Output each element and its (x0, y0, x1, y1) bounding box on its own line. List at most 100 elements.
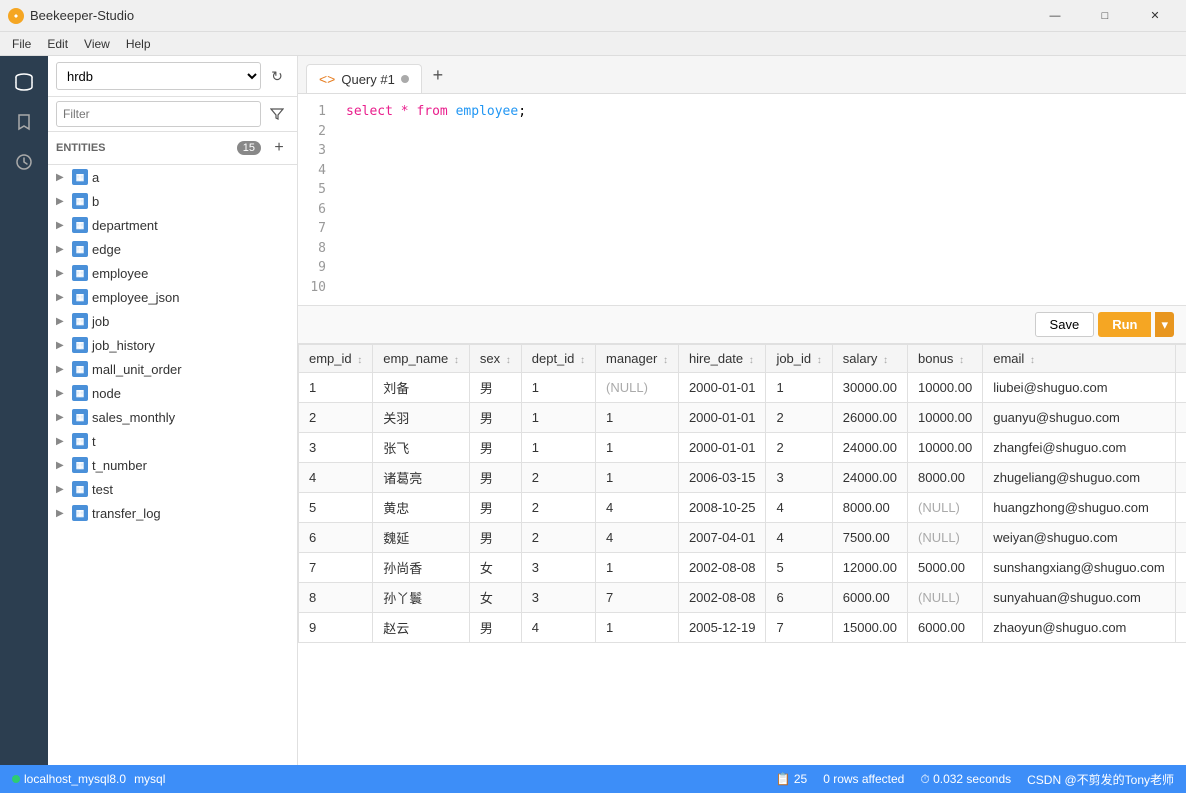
bookmarks-icon-btn[interactable] (6, 104, 42, 140)
run-dropdown-button[interactable]: ▾ (1155, 312, 1174, 337)
table-icon: ▦ (72, 361, 88, 377)
table-row[interactable]: 6魏延男242007-04-0147500.00(NULL)weiyan@shu… (299, 523, 1186, 553)
table-row[interactable]: 8孙丫鬟女372002-08-0866000.00(NULL)sunyahuan… (299, 583, 1186, 613)
table-row[interactable]: 2关羽男112000-01-01226000.0010000.00guanyu@… (299, 403, 1186, 433)
col-emp_name[interactable]: emp_name ↕ (373, 345, 470, 373)
maximize-button[interactable]: □ (1082, 0, 1128, 32)
table-cell: 男 (469, 403, 521, 433)
entities-add-button[interactable]: + (269, 138, 289, 158)
filter-input[interactable] (56, 101, 261, 127)
list-item[interactable]: ▶ ▦ a (48, 165, 297, 189)
table-cell: 10000.00 (907, 403, 982, 433)
table-cell: 男 (469, 523, 521, 553)
menu-file[interactable]: File (4, 35, 39, 53)
list-item[interactable]: ▶ ▦ mall_unit_order (48, 357, 297, 381)
chevron-right-icon: ▶ (56, 388, 68, 399)
table-cell: 5000.00 (907, 553, 982, 583)
table-row[interactable]: 5黄忠男242008-10-2548000.00(NULL)huangzhong… (299, 493, 1186, 523)
table-cell: 男 (469, 613, 521, 643)
list-item[interactable]: ▶ ▦ t_number (48, 453, 297, 477)
table-cell: 1 (596, 463, 679, 493)
tab-add-button[interactable]: + (424, 61, 452, 89)
list-item[interactable]: ▶ ▦ sales_monthly (48, 405, 297, 429)
menu-help[interactable]: Help (118, 35, 159, 53)
list-item[interactable]: ▶ ▦ job (48, 309, 297, 333)
list-item[interactable]: ▶ ▦ job_history (48, 333, 297, 357)
table-cell: 12000.00 (832, 553, 907, 583)
chevron-right-icon: ▶ (56, 268, 68, 279)
col-salary[interactable]: salary ↕ (832, 345, 907, 373)
list-item[interactable]: ▶ ▦ t (48, 429, 297, 453)
list-item[interactable]: ▶ ▦ employee (48, 261, 297, 285)
list-item[interactable]: ▶ ▦ test (48, 477, 297, 501)
watermark: CSDN @不剪发的Tony老师 (1027, 771, 1174, 788)
list-item[interactable]: ▶ ▦ department (48, 213, 297, 237)
entity-name-label: b (92, 194, 99, 209)
table-cell: 关羽 (373, 403, 470, 433)
connection-status[interactable]: localhost_mysql8.0 (12, 772, 126, 786)
chevron-right-icon: ▶ (56, 244, 68, 255)
entity-name-label: t_number (92, 458, 147, 473)
history-icon-btn[interactable] (6, 144, 42, 180)
table-row[interactable]: 4诸葛亮男212006-03-15324000.008000.00zhugeli… (299, 463, 1186, 493)
results-table: emp_id ↕ emp_name ↕ sex ↕ dept_id ↕ mana… (298, 344, 1186, 643)
db-refresh-button[interactable]: ↻ (265, 64, 289, 88)
table-cell: 1 (596, 613, 679, 643)
table-icon: ▦ (72, 241, 88, 257)
filter-icon[interactable] (265, 102, 289, 126)
results-area[interactable]: emp_id ↕ emp_name ↕ sex ↕ dept_id ↕ mana… (298, 344, 1186, 765)
col-sex[interactable]: sex ↕ (469, 345, 521, 373)
entity-name-label: employee (92, 266, 148, 281)
chevron-right-icon: ▶ (56, 508, 68, 519)
editor-area: 12345 678910 select * from employee; (298, 94, 1186, 306)
table-cell: 2 (766, 433, 832, 463)
list-item[interactable]: ▶ ▦ b (48, 189, 297, 213)
run-button[interactable]: Run (1098, 312, 1151, 337)
table-cell: (NULL) (907, 583, 982, 613)
table-cell: 魏延 (373, 523, 470, 553)
col-manager[interactable]: manager ↕ (596, 345, 679, 373)
menu-edit[interactable]: Edit (39, 35, 76, 53)
table-cell: (NULL) (596, 373, 679, 403)
table-row[interactable]: 9赵云男412005-12-19715000.006000.00zhaoyun@… (299, 613, 1186, 643)
code-editor[interactable]: select * from employee; (338, 102, 1186, 297)
table-cell: 1 (766, 373, 832, 403)
table-cell: huangzhong@shuguo.com (983, 493, 1175, 523)
table-cell: 7 (299, 553, 373, 583)
list-item[interactable]: ▶ ▦ transfer_log (48, 501, 297, 525)
save-button[interactable]: Save (1035, 312, 1095, 337)
table-cell: 2008-10-25 (678, 493, 766, 523)
list-item[interactable]: ▶ ▦ employee_json (48, 285, 297, 309)
tab-query1[interactable]: <> Query #1 (306, 64, 422, 93)
table-cell: 8 (299, 583, 373, 613)
col-dept_id[interactable]: dept_id ↕ (521, 345, 595, 373)
col-hire_date[interactable]: hire_date ↕ (678, 345, 766, 373)
table-cell: 2 (766, 403, 832, 433)
db-select[interactable]: hrdb (56, 62, 261, 90)
col-email[interactable]: email ↕ (983, 345, 1175, 373)
col-bonus[interactable]: bonus ↕ (907, 345, 982, 373)
table-cell: 5 (299, 493, 373, 523)
table-cell: 4 (766, 493, 832, 523)
col-comment[interactable]: comme (1175, 345, 1186, 373)
col-emp_id[interactable]: emp_id ↕ (299, 345, 373, 373)
chevron-right-icon: ▶ (56, 436, 68, 447)
table-cell: 1 (596, 553, 679, 583)
table-cell: (NULL) (907, 523, 982, 553)
main-content: hrdb ↻ ENTITIES 15 + ▶ ▦ a ▶ ▦ b ▶ (0, 56, 1186, 765)
database-icon-btn[interactable] (6, 64, 42, 100)
minimize-button[interactable]: — (1032, 0, 1078, 32)
table-row[interactable]: 7孙尚香女312002-08-08512000.005000.00sunshan… (299, 553, 1186, 583)
col-job_id[interactable]: job_id ↕ (766, 345, 832, 373)
table-cell: 男 (469, 433, 521, 463)
list-item[interactable]: ▶ ▦ node (48, 381, 297, 405)
table-cell: liubei@shuguo.com (983, 373, 1175, 403)
table-row[interactable]: 1刘备男1(NULL)2000-01-01130000.0010000.00li… (299, 373, 1186, 403)
connection-name: localhost_mysql8.0 (24, 772, 126, 786)
table-row[interactable]: 3张飞男112000-01-01224000.0010000.00zhangfe… (299, 433, 1186, 463)
table-cell: 30000.00 (832, 373, 907, 403)
list-item[interactable]: ▶ ▦ edge (48, 237, 297, 261)
close-button[interactable]: ✕ (1132, 0, 1178, 32)
menu-view[interactable]: View (76, 35, 118, 53)
chevron-right-icon: ▶ (56, 340, 68, 351)
